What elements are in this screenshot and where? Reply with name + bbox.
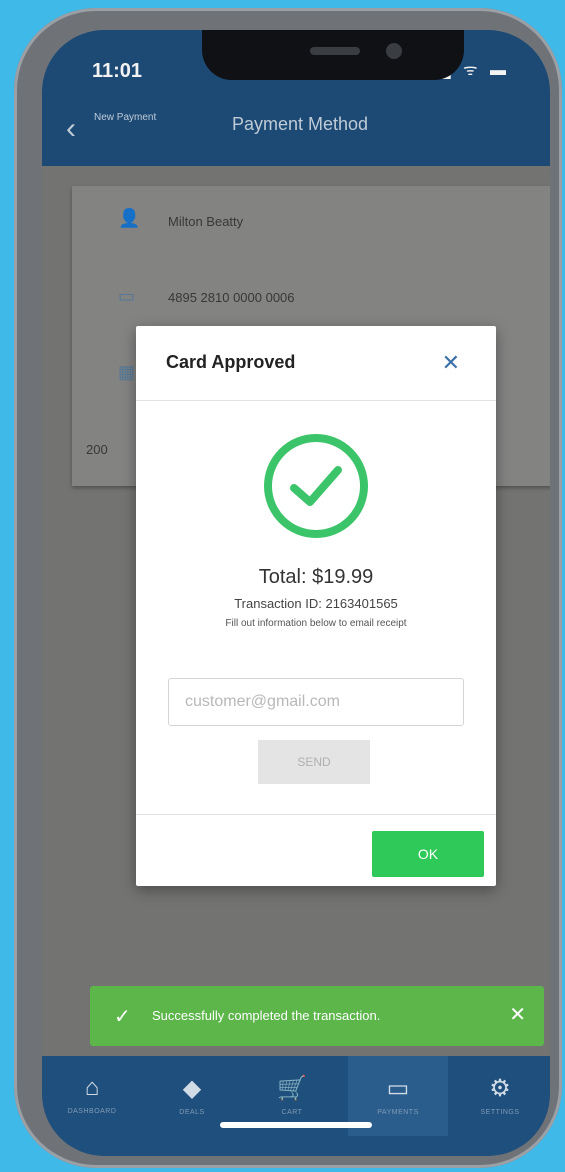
screen: 11:01 ▂▄▆ ᯤ ▬ ‹ New Payment Payment Meth… <box>42 30 550 1156</box>
home-indicator <box>220 1122 372 1128</box>
check-icon: ✓ <box>114 1006 131 1028</box>
success-toast: ✓ Successfully completed the transaction… <box>90 986 544 1046</box>
tab-bar: ⌂ DASHBOARD ◆ DEALS 🛒 CART ▭ PAYMENTS ⚙ … <box>42 1056 550 1156</box>
tag-icon: ◆ <box>182 1075 202 1102</box>
send-button[interactable]: SEND <box>258 740 370 784</box>
tab-label: CART <box>281 1109 303 1116</box>
divider <box>136 400 496 401</box>
cart-icon: 🛒 <box>277 1075 307 1102</box>
speaker <box>310 47 360 55</box>
gear-icon: ⚙ <box>489 1075 511 1102</box>
modal-title: Card Approved <box>166 352 296 372</box>
receipt-hint: Fill out information below to email rece… <box>225 618 407 629</box>
close-icon[interactable]: ✕ <box>442 350 460 376</box>
credit-card-icon: ▭ <box>386 1075 410 1102</box>
divider <box>136 814 496 815</box>
tab-label: DASHBOARD <box>67 1108 117 1115</box>
check-circle-icon <box>264 434 368 538</box>
transaction-id: Transaction ID: 2163401565 <box>234 596 398 611</box>
approval-modal: Card Approved ✕ Total: $19.99 Transactio… <box>136 326 496 886</box>
notch <box>202 30 464 80</box>
email-field[interactable] <box>168 678 464 726</box>
tab-dashboard[interactable]: ⌂ DASHBOARD <box>42 1056 142 1136</box>
total-amount: Total: $19.99 <box>258 566 374 588</box>
ok-button[interactable]: OK <box>372 831 484 877</box>
tab-label: SETTINGS <box>480 1109 520 1116</box>
phone-frame: 11:01 ▂▄▆ ᯤ ▬ ‹ New Payment Payment Meth… <box>14 8 562 1168</box>
tab-label: DEALS <box>179 1109 205 1116</box>
home-icon: ⌂ <box>84 1074 100 1101</box>
camera <box>386 43 402 59</box>
tab-settings[interactable]: ⚙ SETTINGS <box>450 1056 550 1136</box>
tab-label: PAYMENTS <box>377 1109 419 1116</box>
toast-message: Successfully completed the transaction. <box>152 1008 381 1023</box>
close-icon[interactable]: ✕ <box>509 1002 526 1027</box>
